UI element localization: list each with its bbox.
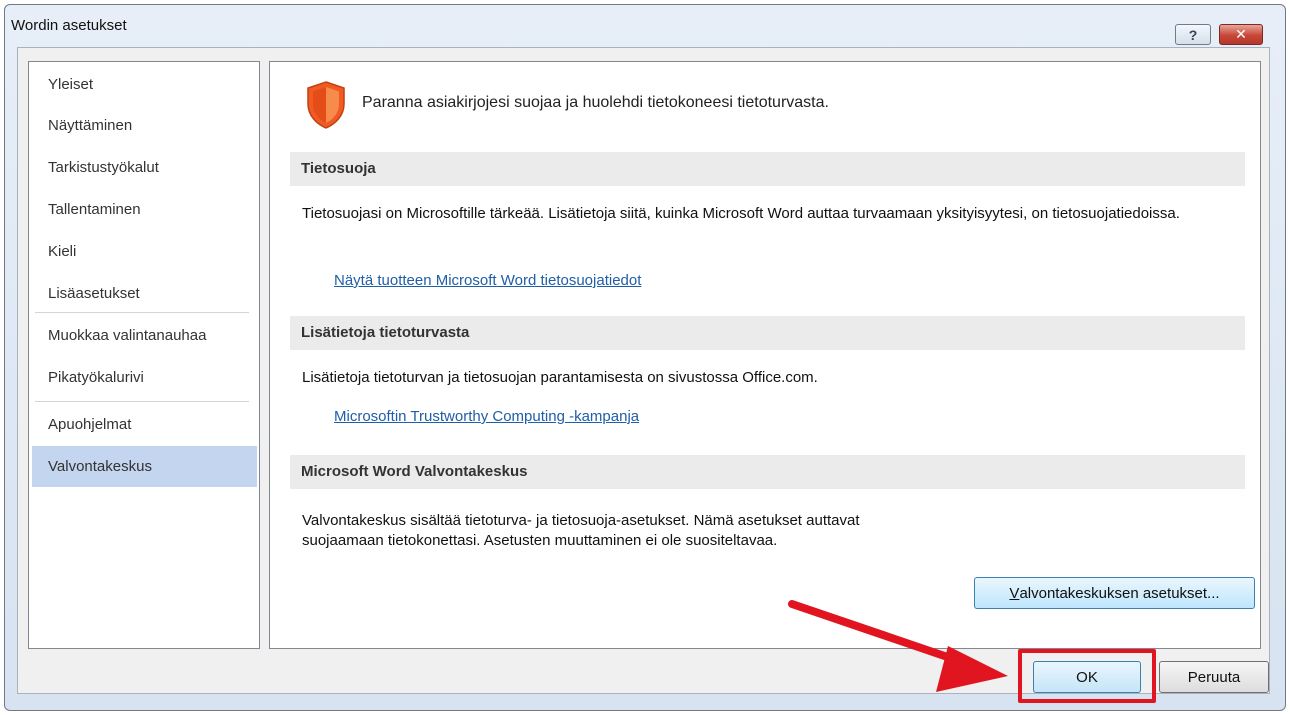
annotation-arrow-icon [788, 600, 1008, 692]
